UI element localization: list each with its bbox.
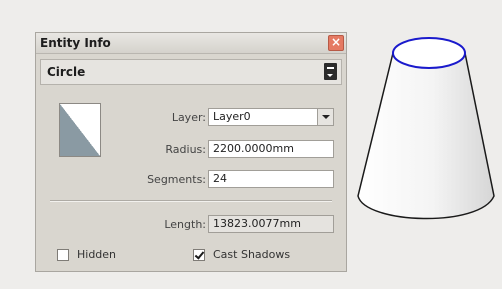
title-bar[interactable]: Entity Info × xyxy=(36,33,346,54)
divider xyxy=(50,200,332,202)
radius-label: Radius: xyxy=(165,143,206,156)
cone-top-face xyxy=(392,37,466,69)
entity-type-label: Circle xyxy=(47,65,86,79)
layer-value: Layer0 xyxy=(213,110,251,123)
material-swatch[interactable] xyxy=(59,103,101,157)
chevron-down-icon[interactable] xyxy=(317,109,333,125)
hidden-checkbox[interactable] xyxy=(57,249,69,261)
cast-shadows-checkbox[interactable] xyxy=(193,249,205,261)
entity-info-window: Entity Info × Circle Layer: Layer0 Radiu… xyxy=(35,32,347,272)
layer-label: Layer: xyxy=(171,111,206,124)
entity-type-header: Circle xyxy=(40,59,342,85)
radius-input[interactable]: 2200.0000mm xyxy=(208,140,334,158)
expand-toggle-icon[interactable] xyxy=(324,63,337,80)
segments-label: Segments: xyxy=(147,173,206,186)
cone-model[interactable] xyxy=(355,28,497,233)
hidden-label: Hidden xyxy=(77,248,117,261)
close-icon: × xyxy=(330,35,342,49)
length-label: Length: xyxy=(164,218,206,231)
segments-input[interactable]: 24 xyxy=(208,170,334,188)
close-button[interactable]: × xyxy=(328,35,344,51)
layer-dropdown[interactable]: Layer0 xyxy=(208,108,334,126)
cone-body xyxy=(357,52,495,220)
cast-shadows-label: Cast Shadows xyxy=(213,248,291,261)
length-value: 13823.0077mm xyxy=(208,215,334,233)
window-title: Entity Info xyxy=(40,36,111,50)
